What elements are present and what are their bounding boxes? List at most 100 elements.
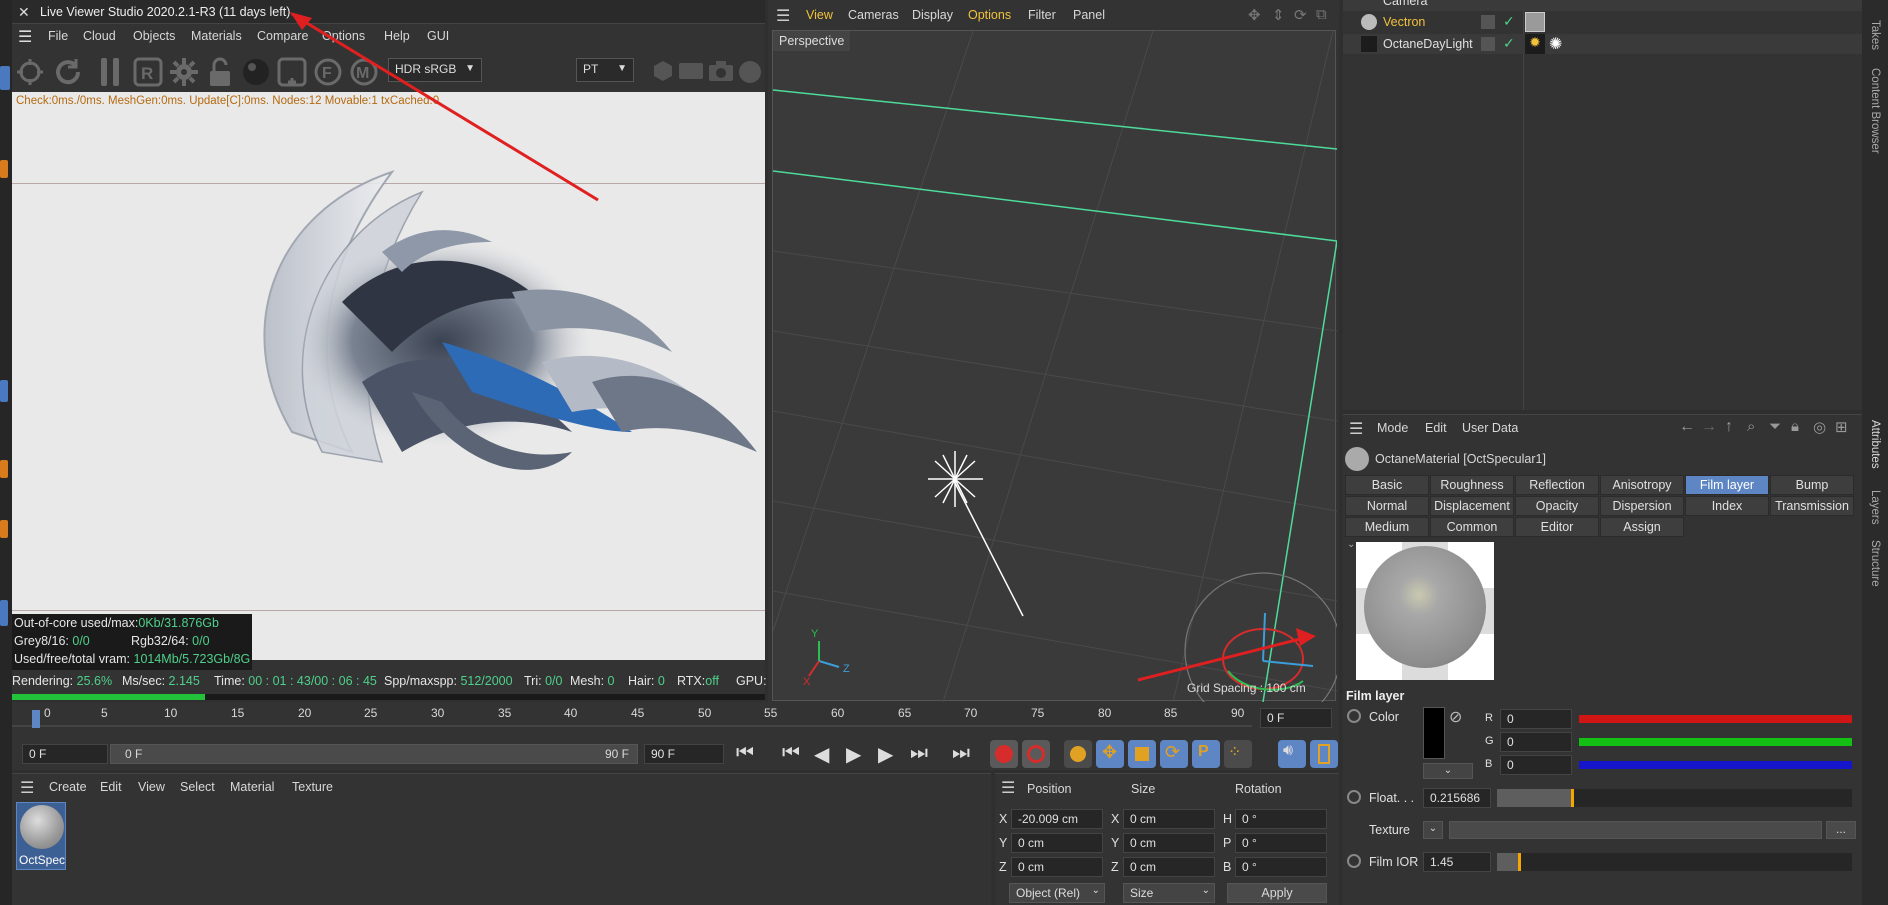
viewport-menu-cameras[interactable]: Cameras <box>848 8 899 22</box>
side-tab-attributes[interactable]: Attributes <box>1869 420 1881 469</box>
r-slider[interactable] <box>1579 715 1852 723</box>
rotation-b-field[interactable]: 0 ° <box>1235 857 1327 877</box>
tool-blue2-icon[interactable] <box>0 600 8 626</box>
refresh-icon[interactable] <box>52 56 84 88</box>
tab-roughness[interactable]: Roughness <box>1430 475 1514 495</box>
tab-transmission[interactable]: Transmission <box>1770 496 1854 516</box>
layer-tag-icon[interactable] <box>1481 15 1495 29</box>
sound-icon[interactable]: 🔊︎ <box>1278 740 1306 768</box>
side-tab-structure[interactable]: Structure <box>1869 540 1881 587</box>
film-strip-icon[interactable] <box>1310 740 1338 768</box>
check-icon[interactable]: ✓ <box>1503 13 1515 30</box>
animate-float-icon[interactable] <box>1347 790 1361 804</box>
mode-select[interactable]: PT ▼ <box>576 58 634 82</box>
eyedropper-icon[interactable]: ⊘ <box>1449 707 1462 727</box>
next-frame-icon[interactable]: ▶ <box>878 742 893 767</box>
tab-displacement[interactable]: Displacement <box>1430 496 1514 516</box>
tab-normal[interactable]: Normal <box>1345 496 1429 516</box>
side-tab-takes[interactable]: Takes <box>1869 20 1881 50</box>
target-icon[interactable]: ◎ <box>1813 418 1826 436</box>
tab-anisotropy[interactable]: Anisotropy <box>1600 475 1684 495</box>
viewport-menu-panel[interactable]: Panel <box>1073 8 1105 22</box>
material-tag-icon[interactable] <box>1525 12 1545 32</box>
send-scene-icon[interactable] <box>14 56 46 88</box>
coord-mode-select[interactable]: Object (Rel) ⌄ <box>1009 883 1105 903</box>
matmgr-menu-select[interactable]: Select <box>180 780 215 794</box>
tab-bump[interactable]: Bump <box>1770 475 1854 495</box>
tab-film-layer[interactable]: Film layer <box>1685 475 1769 495</box>
b-field[interactable]: 0 <box>1500 755 1572 775</box>
menu-cloud[interactable]: Cloud <box>83 29 116 43</box>
material-picker-icon[interactable]: M <box>348 56 380 88</box>
r-field[interactable]: 0 <box>1500 709 1572 729</box>
float-slider[interactable] <box>1497 789 1852 807</box>
tab-opacity[interactable]: Opacity <box>1515 496 1599 516</box>
hamburger-icon[interactable]: ☰ <box>1349 419 1363 439</box>
back-arrow-icon[interactable]: ← <box>1679 418 1695 436</box>
lock-icon[interactable] <box>204 56 236 88</box>
side-tab-layers[interactable]: Layers <box>1869 490 1881 525</box>
texture-dropdown[interactable]: ⌄ <box>1423 821 1443 839</box>
hexagon-icon[interactable] <box>652 60 674 82</box>
new-panel-icon[interactable]: ⊞ <box>1835 418 1848 436</box>
filter-icon[interactable]: ⏷ <box>1769 418 1781 435</box>
film-icon[interactable] <box>678 62 704 80</box>
sun-tag-icon[interactable]: ✹ <box>1525 34 1545 54</box>
texture-slot[interactable] <box>1449 821 1822 839</box>
play-icon[interactable]: ▶ <box>846 742 861 767</box>
menu-gui[interactable]: GUI <box>427 29 449 43</box>
close-icon[interactable]: ✕ <box>18 4 30 21</box>
menu-help[interactable]: Help <box>384 29 410 43</box>
position-x-field[interactable]: -20.009 cm <box>1011 809 1103 829</box>
add-region-icon[interactable] <box>276 56 308 88</box>
position-y-field[interactable]: 0 cm <box>1011 833 1103 853</box>
size-z-field[interactable]: 0 cm <box>1123 857 1215 877</box>
camera-icon[interactable] <box>708 60 734 82</box>
hamburger-icon[interactable]: ☰ <box>20 778 34 798</box>
size-x-field[interactable]: 0 cm <box>1123 809 1215 829</box>
side-tab-content-browser[interactable]: Content Browser <box>1869 68 1881 154</box>
check-icon[interactable]: ✓ <box>1503 35 1515 52</box>
material-preview[interactable] <box>1356 542 1494 680</box>
lock-icon[interactable]: 🔒︎ <box>1791 418 1799 435</box>
coord-size-select[interactable]: Size ⌄ <box>1123 883 1215 903</box>
texture-browse-button[interactable]: ... <box>1826 821 1856 839</box>
object-row-vectron[interactable]: Vectron ✓ <box>1343 12 1862 32</box>
scale-key-icon[interactable] <box>1128 740 1156 768</box>
keyframe-selection-icon[interactable] <box>1064 740 1092 768</box>
tab-basic[interactable]: Basic <box>1345 475 1429 495</box>
object-row-camera[interactable]: Camera <box>1343 0 1862 11</box>
hamburger-icon[interactable]: ☰ <box>18 27 32 47</box>
material-ball-icon[interactable] <box>240 56 272 88</box>
matmgr-menu-edit[interactable]: Edit <box>100 780 122 794</box>
start-frame-field[interactable]: 0 F <box>22 744 108 764</box>
tab-medium[interactable]: Medium <box>1345 517 1429 537</box>
position-z-field[interactable]: 0 cm <box>1011 857 1103 877</box>
layer-tag-icon[interactable] <box>1481 37 1495 51</box>
prev-frame-icon[interactable]: ◀ <box>814 742 829 767</box>
b-slider[interactable] <box>1579 761 1852 769</box>
tab-dispersion[interactable]: Dispersion <box>1600 496 1684 516</box>
size-y-field[interactable]: 0 cm <box>1123 833 1215 853</box>
viewport-menu-view[interactable]: View <box>806 8 833 22</box>
frame-range-slider[interactable]: 0 F 90 F <box>110 744 638 764</box>
viewport-canvas[interactable]: Perspective Y Z X Grid Spacing: 100 cm <box>772 30 1337 702</box>
apply-button[interactable]: Apply <box>1227 883 1327 903</box>
attributes-menu-edit[interactable]: Edit <box>1425 421 1447 435</box>
float-field[interactable]: 0.215686 <box>1423 788 1491 808</box>
maximize-view-icon[interactable]: ⧉ <box>1316 6 1327 23</box>
rotation-p-field[interactable]: 0 ° <box>1235 833 1327 853</box>
go-end-icon[interactable]: ⏭ <box>952 742 970 765</box>
animate-color-icon[interactable] <box>1347 709 1361 723</box>
prev-key-icon[interactable]: ⏮ <box>782 742 800 765</box>
tab-assign[interactable]: Assign <box>1600 517 1684 537</box>
menu-objects[interactable]: Objects <box>133 29 175 43</box>
end-frame-field[interactable]: 90 F <box>644 744 724 764</box>
move-view-icon[interactable]: ✥ <box>1248 6 1261 24</box>
search-icon[interactable]: ⌕ <box>1747 418 1755 435</box>
record-key-icon[interactable] <box>990 740 1018 768</box>
menu-options[interactable]: Options <box>322 29 365 43</box>
tool-orange-icon[interactable] <box>0 160 8 178</box>
tab-editor[interactable]: Editor <box>1515 517 1599 537</box>
ball-icon[interactable] <box>738 60 762 84</box>
